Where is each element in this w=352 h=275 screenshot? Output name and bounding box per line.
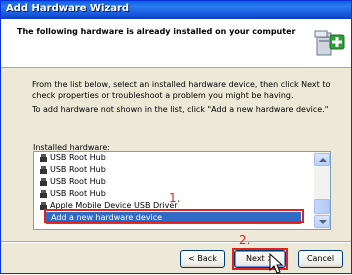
list-item[interactable]: USB Root Hub	[36, 176, 314, 188]
button-separator	[1, 241, 351, 243]
wizard-header: The following hardware is already instal…	[1, 19, 351, 68]
window-title: Add Hardware Wizard	[6, 3, 130, 14]
header-title: The following hardware is already instal…	[17, 27, 296, 36]
list-item-label: USB Root Hub	[50, 165, 106, 174]
list-item-label: USB Root Hub	[50, 189, 106, 198]
installed-hardware-list[interactable]: USB Root Hub USB Root Hub USB Root Hub U…	[33, 151, 331, 230]
list-scrollbar[interactable]	[314, 152, 330, 229]
hardware-wizard-icon	[314, 30, 345, 56]
mouse-pointer-icon	[269, 253, 283, 274]
scroll-thumb[interactable]	[314, 199, 330, 214]
usb-icon	[40, 154, 47, 162]
arrow-up-icon	[319, 158, 327, 162]
step2-annotation: 2.	[239, 233, 251, 247]
add-hardware-hint: To add hardware not shown in the list, c…	[32, 105, 329, 114]
scroll-down-button[interactable]	[314, 215, 330, 228]
title-bar[interactable]: Add Hardware Wizard	[1, 1, 351, 19]
scroll-up-button[interactable]	[314, 153, 330, 166]
instructions-text: From the list below, select an installed…	[32, 80, 331, 100]
list-item-label: USB Root Hub	[50, 153, 106, 162]
usb-icon	[40, 166, 47, 174]
list-item[interactable]: USB Root Hub	[36, 164, 314, 176]
list-item-add-new-hardware[interactable]: Add a new hardware device	[46, 212, 301, 224]
add-hardware-wizard-window: Add Hardware Wizard The following hardwa…	[0, 0, 352, 274]
list-item-label: USB Root Hub	[50, 177, 106, 186]
step1-annotation: 1.	[169, 191, 181, 205]
usb-icon	[40, 202, 47, 210]
list-item-label: Apple Mobile Device USB Driver	[50, 201, 178, 210]
arrow-down-icon	[319, 220, 327, 224]
back-button[interactable]: < Back	[180, 250, 225, 268]
cancel-button[interactable]: Cancel	[298, 250, 343, 268]
usb-icon	[40, 190, 47, 198]
list-item-label: Add a new hardware device	[51, 213, 163, 222]
usb-icon	[40, 178, 47, 186]
list-item[interactable]: USB Root Hub	[36, 152, 314, 164]
